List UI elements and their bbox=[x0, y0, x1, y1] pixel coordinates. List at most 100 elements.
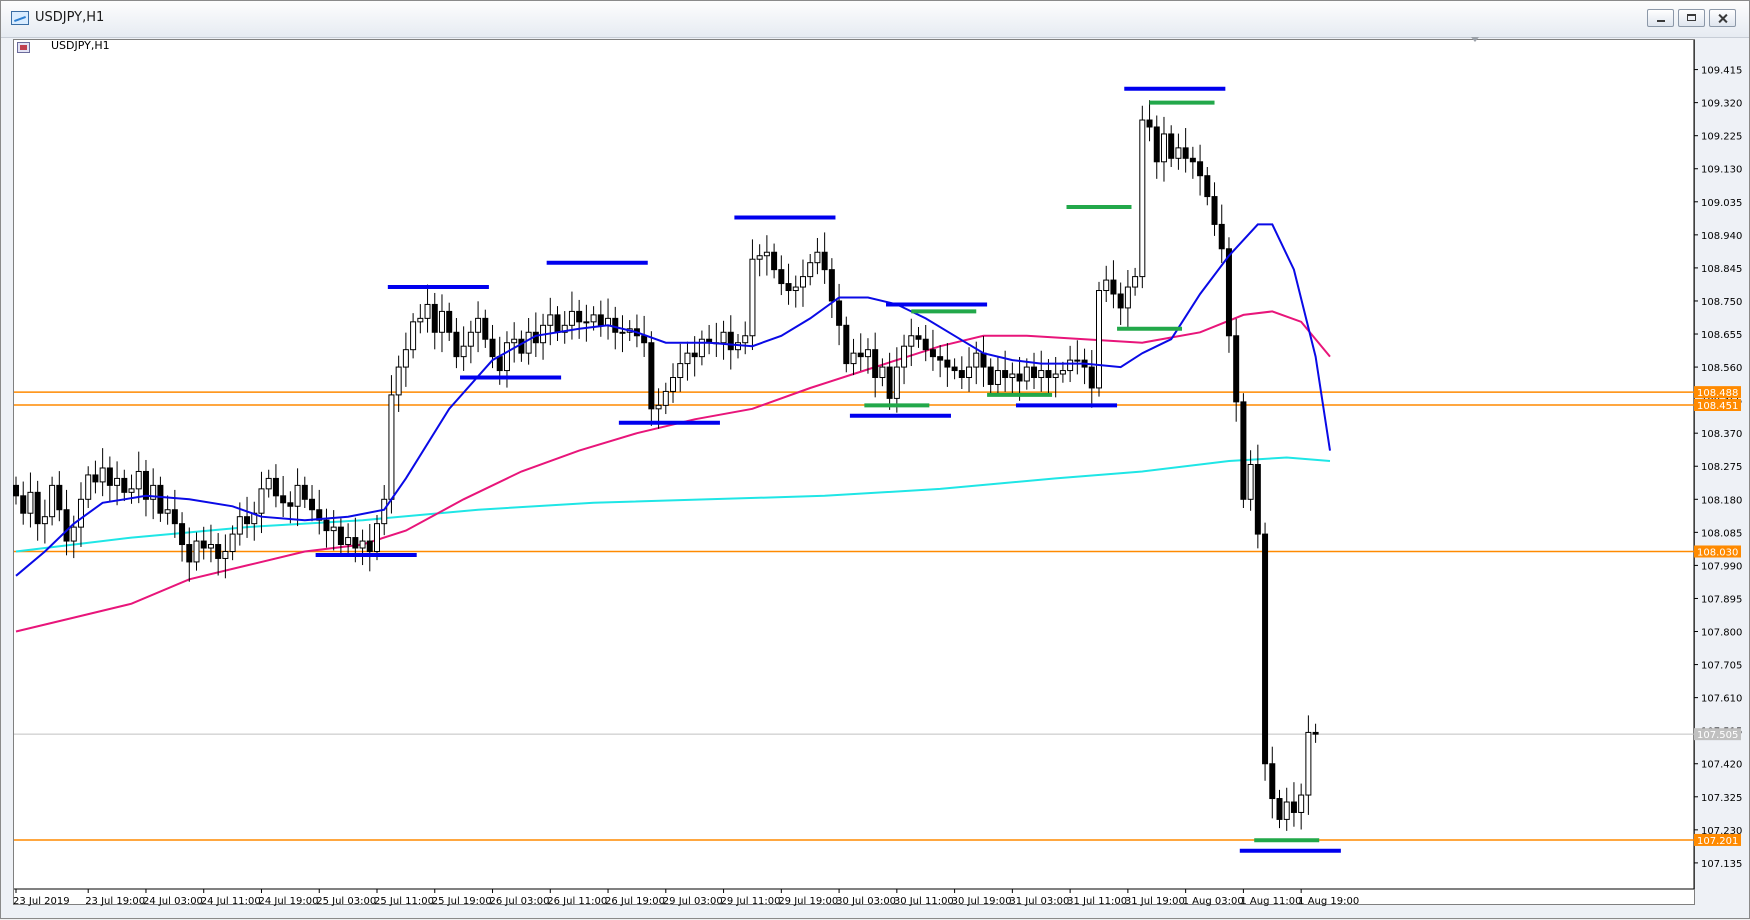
price-tick-label: 107.135 bbox=[1701, 859, 1742, 870]
candle-body bbox=[576, 310, 583, 323]
candle-body bbox=[41, 516, 48, 525]
chart-shift-marker bbox=[1471, 37, 1479, 42]
candle-body bbox=[1052, 373, 1059, 379]
candle-body bbox=[1254, 464, 1261, 535]
candle-body bbox=[374, 523, 380, 552]
candle-body bbox=[727, 331, 734, 351]
candle-body bbox=[641, 335, 648, 344]
time-tick-label: 1 Aug 11:00 bbox=[1240, 896, 1301, 907]
price-tick-label: 107.990 bbox=[1701, 561, 1742, 572]
candle-body bbox=[352, 537, 359, 549]
price-tick-label: 107.800 bbox=[1701, 628, 1742, 639]
candle-body bbox=[453, 331, 460, 358]
level-price-label: 107.201 bbox=[1697, 836, 1738, 847]
candle-body bbox=[1146, 119, 1153, 128]
moving-average-slow bbox=[15, 456, 1331, 553]
candle-body bbox=[684, 352, 691, 365]
candle-body bbox=[128, 488, 135, 493]
candle-body bbox=[157, 484, 164, 514]
time-tick-label: 31 Jul 19:00 bbox=[1125, 896, 1185, 907]
candle-body bbox=[691, 352, 698, 358]
candle-body bbox=[583, 321, 590, 324]
candle-body bbox=[1312, 731, 1319, 735]
candle-body bbox=[13, 484, 19, 497]
candle-body bbox=[193, 540, 200, 563]
candle-body bbox=[1038, 370, 1045, 379]
candle-body bbox=[872, 349, 879, 379]
price-tick-label: 107.705 bbox=[1701, 661, 1742, 672]
candle-body bbox=[460, 345, 467, 358]
candle-body bbox=[1059, 370, 1066, 375]
candle-body bbox=[864, 349, 871, 358]
candle-body bbox=[1153, 126, 1160, 163]
time-tick-label: 25 Jul 11:00 bbox=[374, 896, 434, 907]
candle-body bbox=[1002, 370, 1009, 379]
candle-body bbox=[49, 484, 56, 518]
candle-body bbox=[482, 317, 489, 340]
level-price-label: 108.030 bbox=[1697, 547, 1738, 558]
time-tick-label: 30 Jul 11:00 bbox=[894, 896, 954, 907]
candle-body bbox=[171, 509, 178, 525]
candle-body bbox=[1117, 293, 1124, 309]
price-chart[interactable]: 109.415 109.320 109.225 109.130 109.035 108.9… bbox=[1, 1, 1750, 920]
candle-body bbox=[662, 390, 669, 406]
time-tick-label: 26 Jul 19:00 bbox=[605, 896, 665, 907]
candle-body bbox=[511, 338, 518, 344]
candle-body bbox=[778, 269, 785, 285]
candle-body bbox=[1009, 373, 1016, 379]
candle-body bbox=[1074, 359, 1081, 362]
candle-body bbox=[164, 509, 171, 514]
price-tick-label: 109.415 bbox=[1701, 66, 1742, 77]
candle-body bbox=[438, 310, 445, 333]
candle-body bbox=[1110, 279, 1117, 295]
candle-body bbox=[366, 540, 373, 552]
candle-body bbox=[929, 349, 936, 358]
candle-body bbox=[655, 404, 662, 410]
price-tick-label: 108.560 bbox=[1701, 363, 1742, 374]
candle-body bbox=[503, 342, 510, 372]
candle-body bbox=[799, 276, 806, 288]
candle-body bbox=[1175, 147, 1182, 159]
candle-body bbox=[1189, 157, 1196, 163]
candle-body bbox=[287, 502, 294, 507]
candle-body bbox=[771, 251, 778, 271]
level-price-label: 108.451 bbox=[1697, 401, 1738, 412]
price-tick-label: 108.655 bbox=[1701, 330, 1742, 341]
candle-body bbox=[670, 377, 677, 392]
candle-body bbox=[966, 366, 973, 379]
candle-body bbox=[236, 516, 243, 535]
chart-window: USDJPY,H1 USDJPY,H1 109.415 109.320 109.22… bbox=[0, 0, 1750, 919]
candle-body bbox=[489, 338, 496, 358]
candle-body bbox=[785, 283, 792, 292]
price-tick-label: 107.895 bbox=[1701, 594, 1742, 605]
time-tick-label: 30 Jul 19:00 bbox=[952, 896, 1012, 907]
candle-body bbox=[1103, 279, 1110, 292]
candle-body bbox=[63, 509, 70, 542]
candle-body bbox=[1211, 196, 1218, 225]
time-tick-label: 24 Jul 11:00 bbox=[201, 896, 261, 907]
candle-body bbox=[1168, 133, 1175, 159]
time-tick-label: 30 Jul 03:00 bbox=[836, 896, 896, 907]
candle-body bbox=[836, 300, 843, 326]
candle-body bbox=[1225, 248, 1232, 337]
time-tick-label: 26 Jul 11:00 bbox=[547, 896, 607, 907]
candle-body bbox=[121, 477, 128, 493]
candle-body bbox=[547, 314, 554, 326]
candle-body bbox=[280, 495, 287, 504]
time-tick-label: 24 Jul 03:00 bbox=[143, 896, 203, 907]
candle-body bbox=[814, 251, 821, 264]
candle-body bbox=[922, 338, 929, 351]
current-price-label: 107.505 bbox=[1697, 730, 1738, 741]
candle-body bbox=[792, 286, 799, 292]
candle-body bbox=[1067, 359, 1074, 372]
candle-body bbox=[720, 331, 727, 344]
candle-body bbox=[735, 342, 741, 351]
candle-body bbox=[763, 251, 770, 257]
candle-body bbox=[1132, 276, 1139, 288]
candle-body bbox=[958, 370, 965, 379]
time-tick-label: 23 Jul 2019 bbox=[13, 896, 70, 907]
candle-body bbox=[229, 533, 236, 552]
candle-body bbox=[56, 484, 63, 511]
candle-body bbox=[186, 544, 193, 563]
candle-body bbox=[518, 338, 525, 354]
